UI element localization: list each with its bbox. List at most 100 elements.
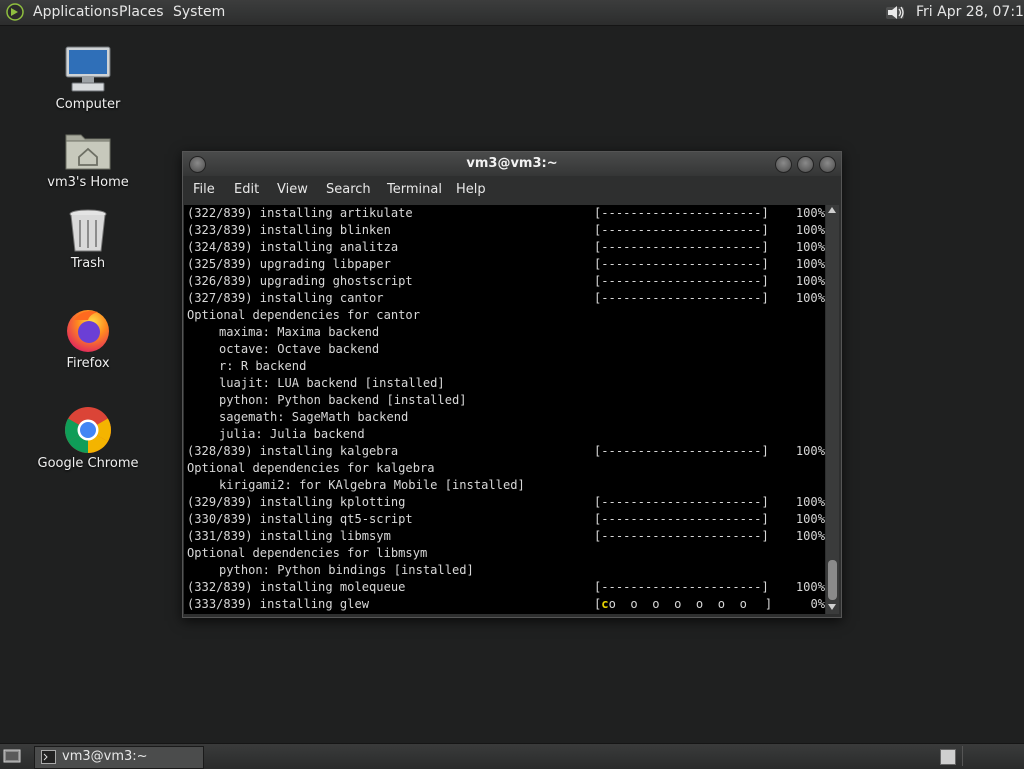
line-text: octave: Octave backend (219, 342, 380, 356)
menu-view[interactable]: View (277, 182, 308, 197)
terminal-line: (331/839) installing libmsym [-----------… (184, 528, 825, 545)
line-text: Optional dependencies for kalgebra (187, 461, 435, 475)
terminal-line: (325/839) upgrading libpaper [-----------… (184, 256, 825, 273)
progress-percent: 100% (795, 529, 825, 543)
progress-percent: 100% (795, 206, 825, 220)
terminal-output[interactable]: (322/839) installing artikulate [--------… (184, 205, 825, 614)
terminal-line: (326/839) upgrading ghostscript [--------… (184, 273, 825, 290)
terminal-line: (323/839) installing blinken [-----------… (184, 222, 825, 239)
line-text: r: R backend (219, 359, 307, 373)
line-text: (327/839) installing cantor (187, 291, 384, 305)
line-text: (324/839) installing analitza (187, 240, 399, 254)
desktop-icon-trash[interactable]: Trash (33, 208, 143, 271)
desktop-icon-firefox[interactable]: Firefox (33, 306, 143, 371)
window-title: vm3@vm3:~ (466, 156, 558, 171)
applications-logo-icon[interactable] (6, 3, 24, 21)
line-text: julia: Julia backend (219, 427, 365, 441)
scroll-down-icon[interactable] (828, 604, 836, 610)
terminal-window[interactable]: vm3@vm3:~ File Edit View Search Terminal… (182, 151, 842, 618)
system-menu[interactable]: System (173, 4, 225, 20)
firefox-icon (67, 310, 109, 352)
menu-terminal[interactable]: Terminal (387, 182, 442, 197)
terminal-line: (328/839) installing kalgebra [----------… (184, 443, 825, 460)
chrome-icon (65, 407, 111, 453)
progress-bar: [----------------------] (594, 240, 769, 254)
terminal-line: Optional dependencies for libmsym (184, 545, 825, 562)
terminal-line: sagemath: SageMath backend (184, 409, 825, 426)
menu-edit[interactable]: Edit (234, 182, 259, 197)
terminal-line: maxima: Maxima backend (184, 324, 825, 341)
line-text: (330/839) installing qt5-script (187, 512, 413, 526)
pacman-glyph: c (601, 597, 609, 611)
line-text: (331/839) installing libmsym (187, 529, 391, 543)
progress-percent: 100% (795, 223, 825, 237)
desktop-icon-chrome[interactable]: Google Chrome (33, 406, 143, 471)
computer-icon (65, 46, 111, 92)
show-desktop-icon[interactable] (3, 748, 21, 764)
clock[interactable]: Fri Apr 28, 07:19 (916, 4, 1024, 20)
line-text: (332/839) installing molequeue (187, 580, 406, 594)
terminal-line: kirigami2: for KAlgebra Mobile [installe… (184, 477, 825, 494)
desktop-icon-label: Firefox (66, 356, 110, 371)
desktop-icon-label: vm3's Home (47, 175, 129, 190)
progress-bar: [----------------------] (594, 512, 769, 526)
top-panel: Applications Places System Fri Apr 28, 0… (0, 0, 1024, 26)
bar-close: ] (764, 597, 773, 611)
terminal-line: r: R backend (184, 358, 825, 375)
desktop-icon-label: Google Chrome (37, 456, 139, 471)
line-text: (328/839) installing kalgebra (187, 444, 399, 458)
workspace-2[interactable] (962, 746, 1021, 766)
progress-bar: [----------------------] (594, 580, 769, 594)
desktop-icon-home[interactable]: vm3's Home (33, 127, 143, 190)
progress-bar: [----------------------] (594, 529, 769, 543)
terminal-line: Optional dependencies for kalgebra (184, 460, 825, 477)
window-titlebar[interactable]: vm3@vm3:~ (183, 152, 841, 176)
progress-percent: 100% (795, 291, 825, 305)
workspace-1[interactable] (940, 749, 956, 765)
menu-search[interactable]: Search (326, 182, 371, 197)
places-menu[interactable]: Places (119, 4, 164, 20)
minimize-button[interactable] (775, 156, 792, 173)
line-text: (322/839) installing artikulate (187, 206, 413, 220)
scrollbar-thumb[interactable] (828, 560, 837, 600)
menu-help[interactable]: Help (456, 182, 486, 197)
menu-file[interactable]: File (193, 182, 215, 197)
line-text: maxima: Maxima backend (219, 325, 380, 339)
terminal-line: (324/839) installing analitza [----------… (184, 239, 825, 256)
volume-icon[interactable] (884, 2, 906, 23)
line-text: kirigami2: for KAlgebra Mobile [installe… (219, 478, 525, 492)
line-text: Optional dependencies for cantor (187, 308, 420, 322)
terminal-line: octave: Octave backend (184, 341, 825, 358)
terminal-line: (330/839) installing qt5-script [--------… (184, 511, 825, 528)
terminal-line: (329/839) installing kplotting [---------… (184, 494, 825, 511)
progress-percent: 0% (810, 597, 825, 611)
desktop-icon-label: Trash (70, 256, 106, 271)
progress-bar: [----------------------] (594, 274, 769, 288)
desktop-icon-computer[interactable]: Computer (33, 45, 143, 112)
trash-icon (69, 209, 107, 252)
applications-menu[interactable]: Applications (33, 4, 119, 20)
terminal-menubar: File Edit View Search Terminal Help (183, 176, 841, 204)
terminal-line: python: Python backend [installed] (184, 392, 825, 409)
progress-bar: [----------------------] (594, 223, 769, 237)
line-text: python: Python backend [installed] (219, 393, 467, 407)
maximize-button[interactable] (797, 156, 814, 173)
progress-percent: 100% (795, 495, 825, 509)
taskbar-label: vm3@vm3:~ (62, 749, 148, 764)
terminal-line: python: Python bindings [installed] (184, 562, 825, 579)
terminal-line: julia: Julia backend (184, 426, 825, 443)
progress-percent: 100% (795, 580, 825, 594)
progress-percent: 100% (795, 257, 825, 271)
taskbar-terminal-button[interactable]: vm3@vm3:~ (34, 746, 204, 769)
progress-percent: 100% (795, 240, 825, 254)
scroll-up-icon[interactable] (828, 207, 836, 213)
close-button[interactable] (819, 156, 836, 173)
terminal-scrollbar[interactable] (826, 205, 839, 614)
pacman-dots: o o o o o o o (608, 597, 747, 611)
terminal-line: (327/839) installing cantor [------------… (184, 290, 825, 307)
line-text: (323/839) installing blinken (187, 223, 391, 237)
terminal-line: luajit: LUA backend [installed] (184, 375, 825, 392)
progress-percent: 100% (795, 444, 825, 458)
terminal-icon (41, 750, 56, 764)
progress-bar: [----------------------] (594, 206, 769, 220)
